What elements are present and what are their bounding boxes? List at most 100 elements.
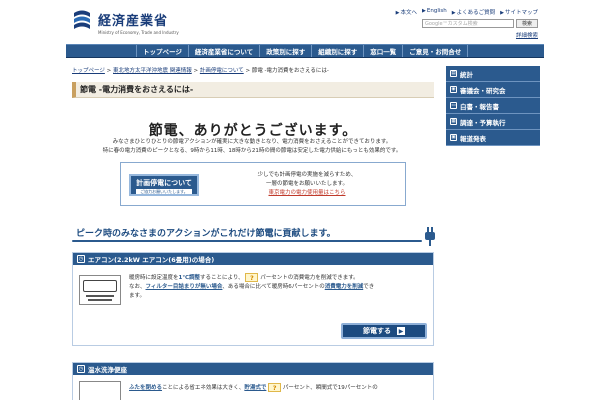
text-span: ことによる省エネ効果は大きく、 (162, 385, 245, 391)
thanks-heading: 節電、ありがとうございます。 (148, 123, 358, 139)
util-link-sitemap[interactable]: ▶サイトマップ (500, 8, 538, 16)
highlight-span: 貯湯式で (244, 385, 267, 391)
toilet-seat-description: ふたを閉めることによる省エネ効果は大きく、貯湯式で ? パーセント、瞬間式で19… (129, 383, 429, 393)
planned-outage-text: 少しでも計画停電の実施を減らすため、 一層の節電をお願いいたします。 東京電力の… (217, 171, 397, 198)
save-power-label: 節電する (363, 327, 391, 335)
sidebar-item-statistics[interactable]: ▤ 統計 (446, 66, 540, 82)
bullet-icon: ▶ (422, 8, 426, 14)
clock-icon: ◷ (77, 365, 85, 373)
sidebar-item-procurement[interactable]: ▦ 調達・予算執行 (446, 114, 540, 130)
peak-title: ピーク時のみなさまのアクションがこれだけ節電に貢献します。 (76, 229, 336, 239)
util-link-english[interactable]: ▶English (422, 8, 447, 16)
sidebar-item-label: 統計 (460, 70, 473, 79)
intro-text: みなさまひとりひとりの節電アクションが確実に大きな動きとなり、電力消費をおさえる… (82, 138, 422, 156)
text-span: なお、 (129, 284, 146, 290)
toilet-seat-section: ◷ 温水洗浄便座 ふたを閉めることによる省エネ効果は大きく、貯湯式で ? パーセ… (72, 362, 434, 400)
sidebar-item-label: 報道発表 (460, 134, 486, 143)
nav-item-about[interactable]: 経済産業省について (187, 45, 259, 57)
sidebar-item-councils[interactable]: ◉ 審議会・研究会 (446, 82, 540, 98)
save-power-button[interactable]: 節電する ▶ (341, 323, 427, 339)
tepco-usage-link[interactable]: 東京電力の電力使用量はこちら (217, 189, 397, 198)
breadcrumb-earthquake[interactable]: 東北地方太平洋沖地震 関連情報 (113, 68, 192, 74)
sidebar-item-whitepapers[interactable]: ▭ 白書・報告書 (446, 98, 540, 114)
planned-outage-button-title: 計画停電について (136, 179, 192, 187)
plan-text-line: 少しでも計画停電の実施を減らすため、 (257, 172, 357, 178)
logo-japanese: 経済産業省 (98, 14, 169, 29)
intro-line: 特に春の電力消費のピークとなる、9時から11時、18時から21時の間の節電は安定… (102, 148, 402, 154)
planned-outage-box: 計画停電について ご協力お願いいたします。 少しでも計画停電の実施を減らすため、… (120, 162, 406, 206)
breadcrumb-top[interactable]: トップページ (72, 68, 105, 74)
meti-logo-icon[interactable] (72, 9, 92, 31)
advanced-search-link[interactable]: 詳細検索 (516, 31, 538, 39)
sidebar-item-label: 審議会・研究会 (460, 86, 506, 95)
aircon-vent-shape (86, 295, 114, 297)
peak-heading: ピーク時のみなさまのアクションがこれだけ節電に貢献します。 (72, 226, 435, 246)
utility-links: ▶本文へ ▶English ▶よくあるご質問 ▶サイトマップ (396, 8, 538, 16)
util-link-main[interactable]: ▶本文へ (396, 8, 417, 16)
aircon-vent-shape (88, 299, 112, 301)
aircon-line-3: ます。 (129, 293, 145, 299)
text-span: することにより、 (200, 275, 244, 281)
text-span: でき (363, 284, 375, 290)
main-content: 節電 -電力消費をおさえるには- 節電、ありがとうございます。 みなさまひとりひ… (66, 82, 440, 400)
search-input[interactable]: Google™カスタム検索 (422, 19, 514, 28)
highlight-span: フィルター目詰まりが無い場合 (145, 284, 223, 290)
clock-icon: ◷ (77, 255, 85, 263)
sidebar: ▤ 統計 ◉ 審議会・研究会 ▭ 白書・報告書 ▦ 調達・予算執行 ▣ 報道発表 (446, 66, 540, 146)
highlight-span: 1℃調整 (178, 275, 201, 281)
util-link-faq[interactable]: ▶よくあるご質問 (452, 8, 495, 16)
nav-item-top[interactable]: トップページ (136, 45, 188, 57)
aircon-section: ◷ エアコン(2.2kW エアコン(6畳用)の場合) 暖房時に設定温度を1℃調整… (72, 252, 434, 346)
page-title: 節電 -電力消費をおさえるには- (72, 82, 434, 98)
text-span: パーセントの消費電力を削減できます。 (260, 275, 359, 281)
planned-outage-button[interactable]: 計画停電について ご協力お願いいたします。 (129, 174, 199, 196)
util-link-label: English (426, 8, 447, 14)
peak-underline (72, 240, 422, 242)
header: 経済産業省 Ministry of Economy, Trade and Ind… (66, 0, 544, 44)
bullet-icon: ▶ (500, 10, 504, 16)
text-span: パーセント、瞬間式で19パーセントの (282, 385, 378, 391)
aircon-unit-shape (83, 280, 117, 292)
bullet-icon: ▶ (451, 10, 456, 16)
chart-icon: ▤ (450, 70, 457, 77)
newspaper-icon: ▣ (450, 134, 457, 141)
util-link-label: よくあるご質問 (456, 10, 496, 16)
plan-text-line: 一層の節電をお願いいたします。 (266, 181, 348, 187)
highlight-span: 消費電力を削減 (324, 284, 364, 290)
nav-item-policy[interactable]: 政策別に探す (259, 45, 311, 57)
aircon-line-1: 暖房時に設定温度を1℃調整することにより、 ? パーセントの消費電力を削減できま… (129, 273, 425, 283)
aircon-description: 暖房時に設定温度を1℃調整することにより、 ? パーセントの消費電力を削減できま… (129, 273, 425, 301)
text-span: 、ある場合に比べて暖房時6パーセントの (222, 284, 325, 290)
highlight-span: ふたを閉める (129, 385, 163, 391)
nav-item-inquiry[interactable]: ご意見・お問合せ (402, 45, 469, 57)
toilet-seat-section-title: 温水洗浄便座 (88, 366, 127, 374)
logo-english: Ministry of Economy, Trade and Industry (98, 30, 179, 35)
search-row: Google™カスタム検索 検索 (422, 19, 538, 28)
breadcrumb-current: 節電 -電力消費をおさえるには- (251, 68, 329, 74)
quiz-badge[interactable]: ? (268, 383, 282, 392)
intro-line: みなさまひとりひとりの節電アクションが確実に大きな動きとなり、電力消費をおさえる… (112, 139, 392, 145)
logo-text[interactable]: 経済産業省 Ministry of Economy, Trade and Ind… (98, 10, 179, 35)
people-icon: ◉ (450, 86, 457, 93)
planned-outage-button-sub: ご協力お願いいたします。 (136, 189, 192, 194)
global-nav: トップページ 経済産業省について 政策別に探す 組織別に探す 窓口一覧 ご意見・… (66, 44, 544, 58)
plug-icon (422, 226, 438, 246)
search-button[interactable]: 検索 (516, 19, 538, 28)
toilet-seat-image (79, 381, 121, 400)
nav-item-organization[interactable]: 組織別に探す (311, 45, 363, 57)
quiz-badge[interactable]: ? (245, 273, 259, 282)
bullet-icon: ▶ (395, 10, 400, 16)
nav-item-contacts[interactable]: 窓口一覧 (363, 45, 402, 57)
util-link-label: 本文へ (400, 10, 418, 16)
text-span: 暖房時に設定温度を (129, 275, 179, 281)
toilet-seat-section-header: ◷ 温水洗浄便座 (73, 363, 433, 375)
breadcrumb: トップページ > 東北地方太平洋沖地震 関連情報 > 計画停電について > 節電… (72, 66, 329, 74)
aircon-section-header: ◷ エアコン(2.2kW エアコン(6畳用)の場合) (73, 253, 433, 265)
sidebar-item-label: 白書・報告書 (460, 102, 499, 111)
aircon-section-title: エアコン(2.2kW エアコン(6畳用)の場合) (88, 256, 215, 264)
aircon-image (79, 275, 121, 305)
ledger-icon: ▦ (450, 118, 457, 125)
util-link-label: サイトマップ (504, 10, 538, 16)
breadcrumb-blackout[interactable]: 計画停電について (200, 68, 244, 74)
sidebar-item-press[interactable]: ▣ 報道発表 (446, 130, 540, 146)
